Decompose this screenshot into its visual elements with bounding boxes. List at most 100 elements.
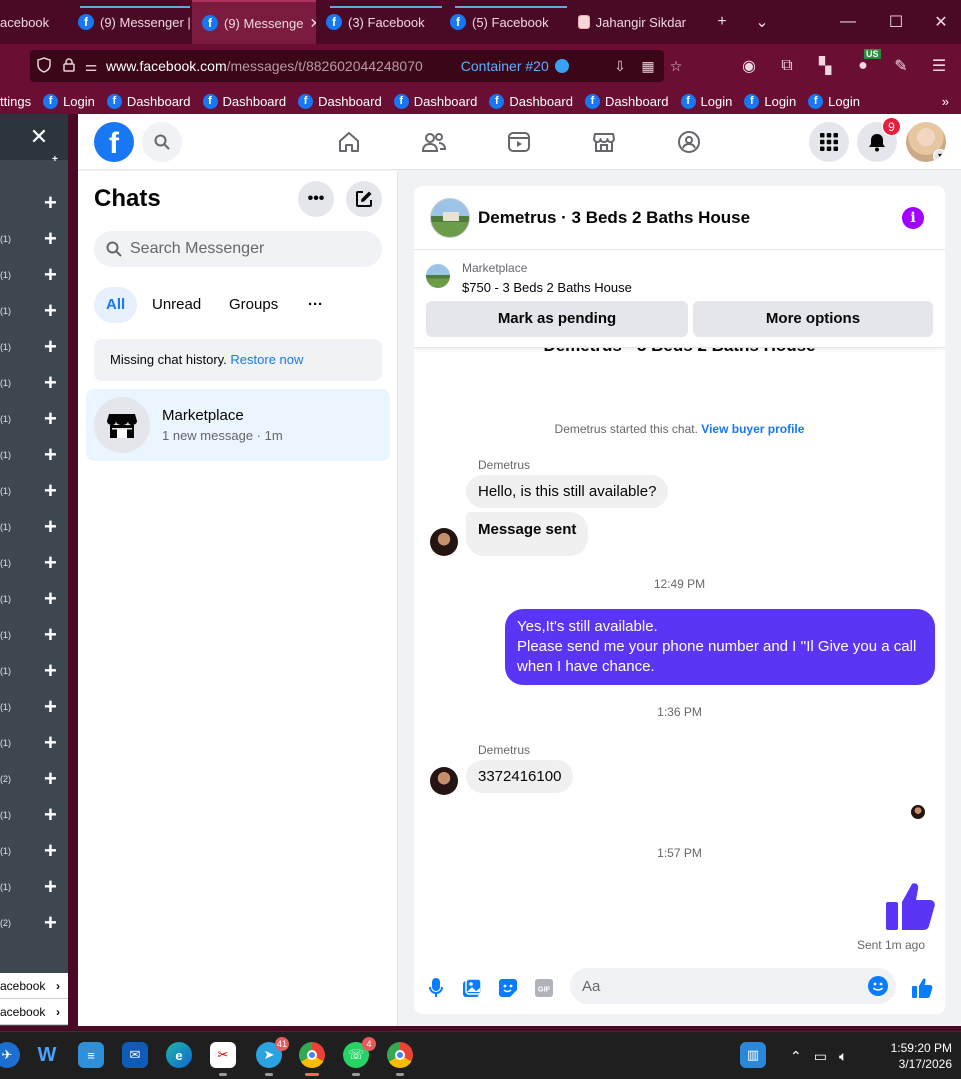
add-plus-icon[interactable]: +: [44, 658, 57, 684]
tab-facebook-1[interactable]: acebook: [0, 0, 68, 44]
add-plus-icon[interactable]: +: [44, 694, 57, 720]
container-label[interactable]: Container #20: [461, 58, 569, 74]
video-icon[interactable]: [505, 128, 533, 156]
shield-icon[interactable]: [30, 56, 58, 76]
message-bubble-incoming[interactable]: Hello, is this still available?: [466, 475, 669, 508]
grid-extension-icon[interactable]: ▚: [806, 56, 844, 76]
tab-list-chevron-icon[interactable]: ⌄: [744, 12, 780, 32]
side-panel-link[interactable]: acebook ›: [0, 973, 68, 999]
star-icon[interactable]: ☆: [666, 58, 686, 75]
filter-more-icon[interactable]: ···: [296, 287, 335, 323]
side-panel-link[interactable]: acebook ›: [0, 999, 68, 1025]
bookmark-item[interactable]: f Dashboard: [584, 93, 669, 109]
bookmark-item[interactable]: f Dashboard: [393, 93, 477, 109]
add-plus-icon[interactable]: +: [44, 406, 57, 432]
microphone-icon[interactable]: [424, 976, 448, 1000]
gif-icon[interactable]: GIF: [532, 976, 556, 1000]
new-message-icon[interactable]: [346, 181, 382, 217]
facebook-logo-icon[interactable]: f: [94, 122, 134, 162]
conversation-title[interactable]: Demetrus · 3 Beds 2 Baths House: [478, 208, 750, 228]
add-plus-icon[interactable]: +: [44, 802, 57, 828]
messenger-search[interactable]: [94, 231, 382, 267]
emoji-icon[interactable]: [868, 976, 888, 996]
permissions-icon[interactable]: ⚌: [80, 58, 102, 75]
bookmark-item[interactable]: f Login: [808, 93, 860, 109]
groups-icon[interactable]: [675, 128, 703, 156]
thumbs-up-sticker-icon[interactable]: [884, 880, 936, 932]
listing-thumbnail[interactable]: [430, 198, 470, 238]
url-text[interactable]: www.facebook.com/messages/t/882602044248…: [106, 58, 423, 74]
account-icon[interactable]: ◉: [730, 56, 768, 76]
volume-icon[interactable]: 🔈︎: [839, 1048, 847, 1065]
chrome-app-icon[interactable]: [299, 1042, 325, 1076]
listing-price-title[interactable]: $750 - 3 Beds 2 Baths House: [462, 280, 632, 295]
add-plus-icon[interactable]: +: [44, 334, 57, 360]
photo-icon[interactable]: [460, 976, 484, 1000]
profile-avatar[interactable]: ▾: [906, 122, 946, 162]
add-plus-icon[interactable]: +: [44, 910, 57, 936]
chrome-profile-app-icon[interactable]: [387, 1042, 413, 1076]
display-icon[interactable]: ▭: [814, 1048, 827, 1065]
lock-icon[interactable]: [58, 57, 80, 75]
filter-unread[interactable]: Unread: [140, 287, 213, 323]
marketplace-icon[interactable]: [590, 128, 618, 156]
add-plus-icon[interactable]: +: [44, 262, 57, 288]
add-plus-icon[interactable]: +: [44, 370, 57, 396]
wps-app-icon[interactable]: W: [34, 1042, 60, 1068]
bookmark-item[interactable]: f Login: [43, 93, 95, 109]
add-plus-icon[interactable]: +: [44, 550, 57, 576]
thumbs-up-icon[interactable]: [910, 976, 934, 1000]
outlook-app-icon[interactable]: ✉: [122, 1042, 148, 1068]
add-plus-icon[interactable]: +: [44, 514, 57, 540]
message-bubble-incoming[interactable]: Message sent: [466, 512, 589, 556]
add-plus-icon[interactable]: +: [44, 586, 57, 612]
add-plus-icon[interactable]: +: [44, 622, 57, 648]
extensions-icon[interactable]: ⧉: [768, 57, 806, 75]
feather-icon[interactable]: ✎: [882, 56, 920, 76]
mark-as-pending-button[interactable]: Mark as pending: [426, 301, 688, 337]
add-plus-icon[interactable]: +: [44, 766, 57, 792]
filter-groups[interactable]: Groups: [217, 287, 290, 323]
restore-now-link[interactable]: Restore now: [230, 352, 303, 367]
add-plus-icon[interactable]: +: [52, 154, 58, 165]
qr-icon[interactable]: ▦: [638, 58, 658, 75]
friends-icon[interactable]: [420, 128, 448, 156]
chat-list-item[interactable]: Marketplace 1 new message · 1m: [86, 389, 390, 461]
edge-app-icon[interactable]: e: [166, 1042, 192, 1068]
more-options-button[interactable]: More options: [693, 301, 933, 337]
tab-messenger-active[interactable]: f (9) Messenge ✕: [192, 0, 316, 44]
search-icon[interactable]: [142, 122, 182, 162]
sender-avatar[interactable]: [430, 528, 458, 556]
info-icon[interactable]: i: [902, 207, 924, 229]
whatsapp-app-icon[interactable]: ☏ 4: [343, 1037, 376, 1076]
add-plus-icon[interactable]: +: [44, 226, 57, 252]
minimize-icon[interactable]: —: [824, 13, 872, 31]
tab-jahangir[interactable]: Jahangir Sikdar: [568, 0, 696, 44]
menu-icon[interactable]: ☰: [920, 56, 958, 76]
new-tab-icon[interactable]: +: [700, 13, 744, 31]
bookmark-item[interactable]: f Dashboard: [489, 93, 573, 109]
add-plus-icon[interactable]: +: [44, 838, 57, 864]
menu-grid-icon[interactable]: [809, 122, 849, 162]
telegram-app-icon[interactable]: ➤ 41: [256, 1037, 289, 1076]
add-plus-icon[interactable]: +: [44, 298, 57, 324]
view-buyer-profile-link[interactable]: View buyer profile: [701, 422, 804, 436]
add-plus-icon[interactable]: +: [44, 442, 57, 468]
bookmark-item[interactable]: f Login: [744, 93, 796, 109]
notepad-app-icon[interactable]: ≡: [78, 1042, 104, 1068]
maximize-icon[interactable]: ☐: [872, 12, 920, 32]
filter-all[interactable]: All: [94, 287, 138, 323]
add-plus-icon[interactable]: +: [44, 730, 57, 756]
message-bubble-incoming[interactable]: 3372416100: [466, 760, 574, 793]
message-text-field[interactable]: [582, 977, 852, 995]
close-window-icon[interactable]: ✕: [920, 12, 961, 32]
bookmark-item[interactable]: f Login: [680, 93, 732, 109]
clock[interactable]: 1:59:20 PM 3/17/2026: [866, 1040, 952, 1072]
add-plus-icon[interactable]: +: [44, 478, 57, 504]
sticker-icon[interactable]: [496, 976, 520, 1000]
download-icon[interactable]: ⇩: [610, 58, 630, 75]
bookmark-item[interactable]: f Dashboard: [202, 93, 286, 109]
listing-thumbnail-small[interactable]: [426, 264, 450, 288]
snipping-app-icon[interactable]: ✂: [210, 1042, 236, 1076]
url-bar[interactable]: ⚌ www.facebook.com/messages/t/8826020442…: [30, 50, 682, 82]
